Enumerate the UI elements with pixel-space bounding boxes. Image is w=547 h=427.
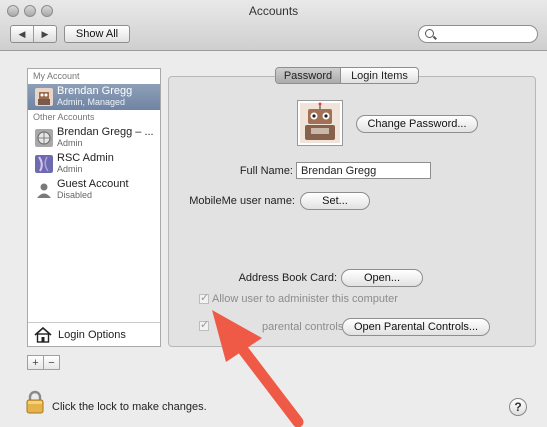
- window-title: Accounts: [248, 4, 299, 18]
- account-item-rsc-admin[interactable]: RSC Admin Admin: [28, 151, 160, 177]
- account-item-brendan-gregg-2[interactable]: Brendan Gregg – ... Admin: [28, 125, 160, 151]
- forward-button[interactable]: ▶: [34, 26, 56, 42]
- tab-password[interactable]: Password: [276, 68, 341, 83]
- parental-controls-checkbox[interactable]: ✓: [199, 319, 209, 331]
- tab-bar: Password Login Items: [275, 67, 419, 84]
- set-mobileme-button[interactable]: Set...: [300, 192, 370, 210]
- parental-controls-label: parental controls: [262, 321, 344, 333]
- accounts-list: My Account Brendan Gregg Admin, Managed …: [27, 68, 161, 347]
- other-accounts-header: Other Accounts: [33, 112, 95, 122]
- nebula-avatar-icon: [35, 155, 53, 173]
- user-picture-robot-icon[interactable]: [297, 100, 343, 146]
- accounts-window: Accounts ◀ ▶ Show All My Account Brendan…: [0, 0, 547, 427]
- allow-admin-checkbox[interactable]: ✓: [199, 292, 209, 304]
- mobileme-label: MobileMe user name:: [189, 195, 295, 207]
- account-name: RSC Admin: [57, 152, 114, 164]
- titlebar: Accounts ◀ ▶ Show All: [0, 0, 547, 51]
- open-parental-controls-button[interactable]: Open Parental Controls...: [342, 318, 490, 336]
- lock-icon[interactable]: [26, 390, 44, 414]
- change-password-button[interactable]: Change Password...: [356, 115, 478, 133]
- search-input[interactable]: [418, 25, 538, 43]
- tab-login-items[interactable]: Login Items: [341, 68, 418, 83]
- account-name: Brendan Gregg – ...: [57, 126, 154, 138]
- account-role: Disabled: [57, 190, 93, 200]
- account-name: Guest Account: [57, 178, 129, 190]
- robot-avatar-icon: [35, 88, 53, 106]
- lock-status-text: Click the lock to make changes.: [52, 401, 207, 413]
- back-forward-control: ◀ ▶: [10, 25, 57, 43]
- allow-admin-label: Allow user to administer this computer: [212, 293, 398, 305]
- search-icon: [425, 29, 434, 38]
- show-all-button[interactable]: Show All: [64, 25, 130, 43]
- house-icon: [34, 326, 52, 343]
- remove-account-button[interactable]: −: [44, 356, 59, 369]
- account-role: Admin: [57, 164, 83, 174]
- my-account-header: My Account: [33, 71, 80, 81]
- full-name-label: Full Name:: [239, 165, 293, 177]
- account-role: Admin, Managed: [57, 97, 126, 107]
- add-account-button[interactable]: +: [28, 356, 44, 369]
- globe-avatar-icon: [35, 129, 53, 147]
- account-name: Brendan Gregg: [57, 85, 133, 97]
- add-remove-control: + −: [27, 355, 60, 370]
- login-options-label: Login Options: [58, 328, 126, 341]
- account-settings-panel: [168, 76, 536, 347]
- open-address-book-button[interactable]: Open...: [341, 269, 423, 287]
- full-name-field[interactable]: Brendan Gregg: [296, 162, 431, 179]
- address-book-label: Address Book Card:: [238, 272, 337, 284]
- login-options-item[interactable]: Login Options: [28, 322, 160, 346]
- account-item-brendan-gregg[interactable]: Brendan Gregg Admin, Managed: [28, 84, 160, 110]
- account-item-guest[interactable]: Guest Account Disabled: [28, 177, 160, 203]
- account-role: Admin: [57, 138, 83, 148]
- help-button[interactable]: ?: [509, 398, 527, 416]
- back-button[interactable]: ◀: [11, 26, 34, 42]
- person-silhouette-icon: [37, 183, 51, 198]
